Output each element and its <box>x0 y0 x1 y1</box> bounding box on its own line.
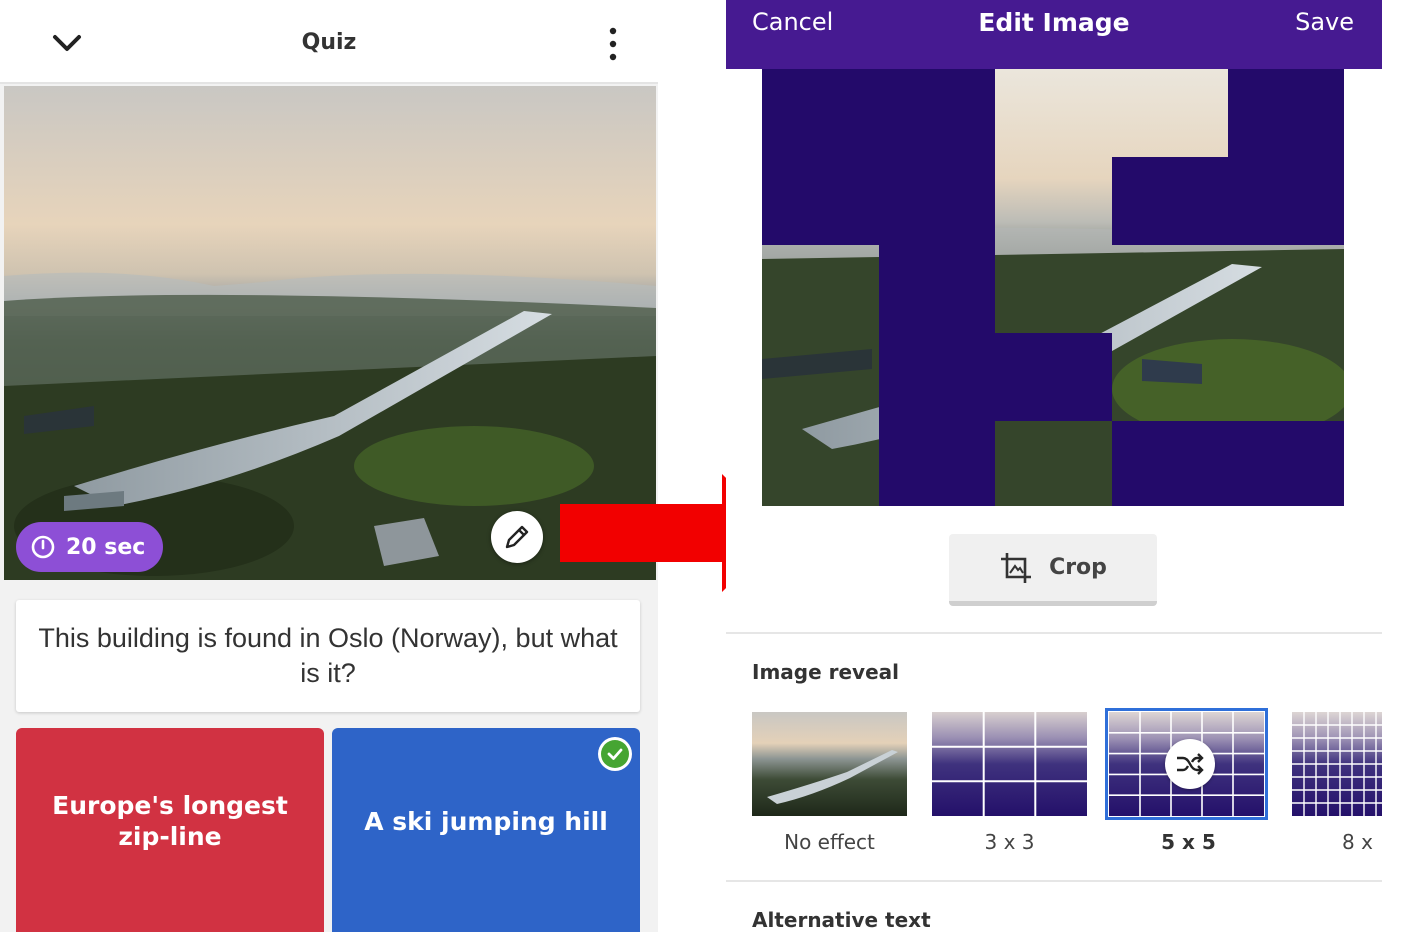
check-icon <box>607 748 623 760</box>
reveal-option-3x3[interactable] <box>932 712 1087 816</box>
more-vert-icon[interactable] <box>598 24 628 64</box>
alt-text-heading: Alternative text <box>752 908 931 932</box>
save-button[interactable]: Save <box>1295 8 1354 36</box>
reveal-option-label: No effect <box>784 830 875 854</box>
question-text[interactable]: This building is found in Oslo (Norway),… <box>16 600 640 712</box>
image-reveal-heading: Image reveal <box>752 660 900 684</box>
pencil-icon <box>505 525 529 549</box>
quiz-header: Quiz <box>0 0 658 84</box>
crop-label: Crop <box>1049 555 1107 580</box>
reveal-option-label: 5 x 5 <box>1161 830 1216 854</box>
crop-button[interactable]: Crop <box>949 534 1157 606</box>
page-title: Edit Image <box>978 8 1130 37</box>
edit-header: Cancel Edit Image Save <box>726 0 1382 69</box>
reveal-option-label: 3 x 3 <box>984 830 1035 854</box>
reveal-option-8x8[interactable] <box>1292 712 1382 816</box>
timer-label: 20 sec <box>66 534 146 560</box>
page-title: Quiz <box>301 30 357 55</box>
clock-icon <box>31 535 55 559</box>
timer-badge[interactable]: 20 sec <box>16 522 163 572</box>
image-reveal-preview <box>762 69 1344 506</box>
crop-icon <box>1001 552 1032 583</box>
answer-option-1[interactable]: Europe's longest zip-line <box>16 728 324 932</box>
divider <box>726 632 1382 634</box>
quiz-screen: Quiz 20 sec This building is found in Os… <box>0 0 658 932</box>
correct-answer-badge[interactable] <box>598 737 632 771</box>
divider <box>726 880 1382 882</box>
edit-image-screen: Cancel Edit Image Save Crop Image reveal… <box>726 0 1382 932</box>
comparison-stage: Quiz 20 sec This building is found in Os… <box>0 0 1424 932</box>
reveal-option-no-effect[interactable] <box>752 712 907 816</box>
answer-option-2[interactable]: A ski jumping hill <box>332 728 640 932</box>
reveal-option-label: 8 x <box>1342 830 1373 854</box>
edit-image-button[interactable] <box>491 511 543 563</box>
shuffle-icon[interactable] <box>1165 739 1215 789</box>
reveal-option-5x5[interactable] <box>1105 708 1268 820</box>
question-image <box>4 86 656 580</box>
